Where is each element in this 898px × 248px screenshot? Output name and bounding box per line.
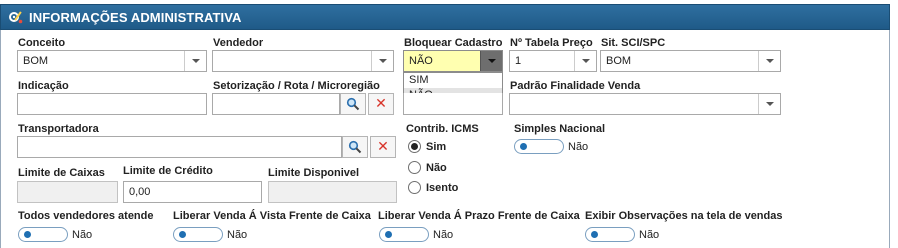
radio-button[interactable] <box>408 161 421 174</box>
admin-info-panel: INFORMAÇÕES ADMINISTRATIVA Conceito BOM … <box>0 0 898 248</box>
limite-caixas-label: Limite de Caixas <box>18 167 105 179</box>
simples-nacional-toggle[interactable]: Não <box>514 139 588 154</box>
chevron-down-icon[interactable] <box>574 51 596 71</box>
chevron-down-icon[interactable] <box>758 94 780 114</box>
toggle-switch[interactable] <box>585 227 635 242</box>
setorizacao-label: Setorização / Rota / Microregião <box>213 80 380 92</box>
todos-vendedores-toggle[interactable]: Não <box>18 227 92 242</box>
toggle-state: Não <box>639 228 660 241</box>
clear-icon[interactable]: ✕ <box>368 93 394 115</box>
toggle-switch[interactable] <box>514 139 564 154</box>
sit-sci-spc-select[interactable]: BOM <box>600 50 781 72</box>
tabela-preco-value: 1 <box>515 55 522 67</box>
sit-sci-spc-value: BOM <box>606 55 632 67</box>
vendedor-label: Vendedor <box>213 37 264 49</box>
liberar-vista-label: Liberar Venda Á Vista Frente de Caixa <box>173 210 371 222</box>
clear-icon[interactable]: ✕ <box>370 136 396 158</box>
indicacao-input[interactable] <box>17 93 207 115</box>
panel-title: INFORMAÇÕES ADMINISTRATIVA <box>29 9 242 25</box>
indicacao-label: Indicação <box>18 80 69 92</box>
toggle-state: Não <box>227 228 248 241</box>
padrao-finalidade-label: Padrão Finalidade Venda <box>510 80 641 92</box>
radio-nao-label: Não <box>426 161 447 174</box>
panel-header: INFORMAÇÕES ADMINISTRATIVA <box>0 4 890 30</box>
bloquear-cadastro-label: Bloquear Cadastro <box>404 37 503 49</box>
radio-isento-label: Isento <box>426 181 459 194</box>
chevron-down-icon[interactable] <box>371 51 393 71</box>
transportadora-input[interactable] <box>17 136 342 158</box>
radio-isento[interactable]: Isento <box>408 181 458 194</box>
limite-credito-value: 0,00 <box>129 186 151 198</box>
chevron-down-icon[interactable] <box>480 51 502 71</box>
toggle-switch[interactable] <box>18 227 68 242</box>
limite-credito-label: Limite de Crédito <box>123 165 213 177</box>
limite-disponivel-label: Limite Disponivel <box>268 167 360 179</box>
conceito-select[interactable]: BOM <box>17 50 207 72</box>
toggle-state: Não <box>568 140 589 153</box>
setorizacao-input[interactable] <box>212 93 340 115</box>
radio-button[interactable] <box>408 140 421 153</box>
padrao-finalidade-select[interactable] <box>509 93 781 115</box>
exibir-obs-label: Exibir Observações na tela de vendas <box>585 210 783 222</box>
radio-nao[interactable]: Não <box>408 161 447 174</box>
tabela-preco-label: Nº Tabela Preço <box>510 37 593 49</box>
exibir-obs-toggle[interactable]: Não <box>585 227 659 242</box>
toggle-switch[interactable] <box>173 227 223 242</box>
radio-sim[interactable]: Sim <box>408 140 446 153</box>
conceito-label: Conceito <box>18 37 66 49</box>
radio-sim-label: Sim <box>426 140 447 153</box>
bloquear-cadastro-value: NÃO <box>409 55 433 67</box>
settings-tools-icon <box>7 9 25 25</box>
toggle-switch[interactable] <box>379 227 429 242</box>
transportadora-label: Transportadora <box>18 123 99 135</box>
limite-credito-input[interactable]: 0,00 <box>123 181 262 203</box>
chevron-down-icon[interactable] <box>184 51 206 71</box>
contrib-icms-label: Contrib. ICMS <box>406 123 479 135</box>
sit-sci-spc-label: Sit. SCI/SPC <box>601 37 666 49</box>
radio-button[interactable] <box>408 181 421 194</box>
todos-vendedores-label: Todos vendedores atende <box>18 210 154 222</box>
limite-disponivel-input <box>268 181 397 203</box>
simples-nacional-label: Simples Nacional <box>514 123 606 135</box>
liberar-prazo-label: Liberar Venda Á Prazo Frente de Caixa <box>378 210 580 222</box>
liberar-prazo-toggle[interactable]: Não <box>379 227 453 242</box>
bloquear-cadastro-list-bottom <box>403 93 503 115</box>
tabela-preco-select[interactable]: 1 <box>509 50 597 72</box>
toggle-state: Não <box>72 228 93 241</box>
limite-caixas-input <box>17 181 118 203</box>
vendedor-select[interactable] <box>212 50 394 72</box>
liberar-vista-toggle[interactable]: Não <box>173 227 247 242</box>
toggle-state: Não <box>433 228 454 241</box>
bloquear-cadastro-select[interactable]: NÃO <box>403 50 503 72</box>
search-icon[interactable] <box>342 136 368 158</box>
search-icon[interactable] <box>340 93 366 115</box>
dropdown-option-sim[interactable]: SIM <box>404 73 502 88</box>
conceito-value: BOM <box>23 55 49 67</box>
chevron-down-icon[interactable] <box>758 51 780 71</box>
